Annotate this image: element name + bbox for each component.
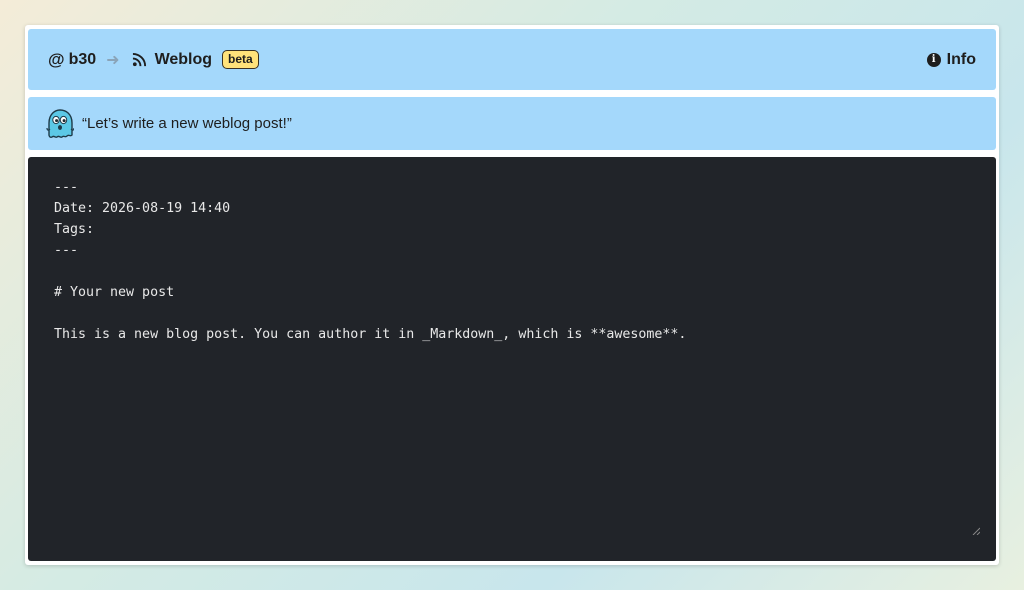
user-handle-link[interactable]: @ b30 <box>48 50 96 70</box>
info-label: Info <box>946 50 976 68</box>
message-banner: “Let’s write a new weblog post!” <box>28 97 996 150</box>
top-nav: @ b30 ➜ Weblog beta i Info <box>28 29 996 90</box>
info-icon: i <box>926 52 941 67</box>
app-frame: @ b30 ➜ Weblog beta i Info “Let’s write … <box>25 25 999 565</box>
weblog-link[interactable]: Weblog <box>155 51 212 69</box>
post-content-textarea[interactable]: --- Date: 2026-08-19 14:40 Tags: --- # Y… <box>54 177 970 541</box>
resize-handle-icon[interactable] <box>972 527 980 535</box>
info-button[interactable]: i Info <box>926 50 976 69</box>
breadcrumb: @ b30 ➜ Weblog beta <box>48 50 259 70</box>
arrow-right-icon: ➜ <box>106 51 120 69</box>
at-icon: @ <box>48 49 65 69</box>
banner-message: “Let’s write a new weblog post!” <box>82 115 292 132</box>
ghost-mascot-icon <box>46 108 74 138</box>
user-handle: b30 <box>68 50 97 68</box>
beta-badge: beta <box>222 50 259 69</box>
post-editor: --- Date: 2026-08-19 14:40 Tags: --- # Y… <box>28 157 996 561</box>
rss-icon <box>132 52 146 67</box>
